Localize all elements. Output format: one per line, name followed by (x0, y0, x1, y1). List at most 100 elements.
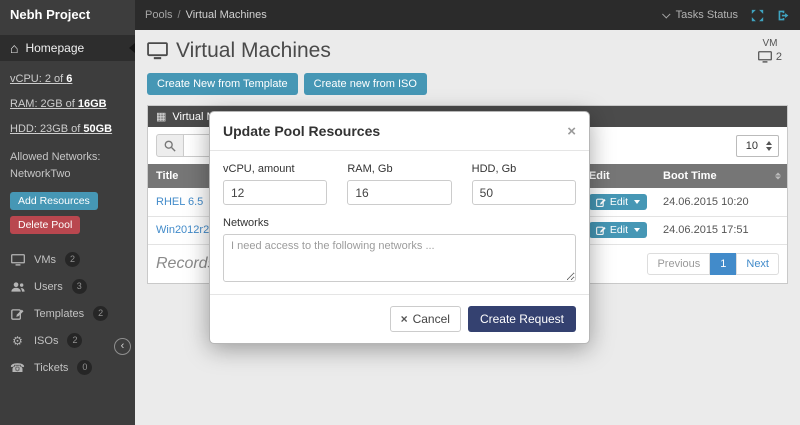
cancel-button[interactable]: × Cancel (390, 306, 461, 332)
tasks-status-dropdown[interactable]: Tasks Status (664, 9, 738, 21)
modal-body: vCPU, amount RAM, Gb HDD, Gb Networks (210, 151, 589, 294)
vcpu-input[interactable] (223, 180, 327, 205)
create-request-button[interactable]: Create Request (468, 306, 576, 332)
vm-title-link[interactable]: Win2012r2 (156, 224, 209, 236)
sidebar: ⌂ Homepage vCPU: 2 of 6 RAM: 2GB of 16GB… (0, 30, 135, 425)
pencil-square-icon (596, 225, 606, 235)
ram-label: RAM, Gb (347, 163, 451, 175)
chevron-down-icon (662, 10, 670, 18)
hdd-label: HDD, Gb (472, 163, 576, 175)
boot-time-value: 24.06.2015 10:20 (655, 188, 787, 216)
vms-count-badge: 2 (65, 252, 80, 267)
caret-down-icon (634, 228, 640, 232)
vcpu-usage-text: vCPU: 2 of (10, 73, 66, 85)
modal-footer: × Cancel Create Request (210, 294, 589, 343)
sidebar-item-users[interactable]: Users 3 (0, 273, 135, 300)
table-icon: ▦ (156, 110, 166, 123)
monitor-small-icon (758, 51, 772, 63)
ram-input[interactable] (347, 180, 451, 205)
edit-button-label: Edit (610, 196, 628, 208)
pool-usage-stats: vCPU: 2 of 6 RAM: 2GB of 16GB HDD: 23GB … (0, 61, 135, 135)
menu-item-label: ISOs (34, 335, 58, 347)
cancel-button-label: Cancel (413, 312, 450, 326)
add-resources-button[interactable]: Add Resources (10, 192, 98, 210)
sidebar-item-homepage[interactable]: ⌂ Homepage (0, 35, 135, 61)
sidebar-item-vms[interactable]: VMs 2 (0, 246, 135, 273)
sidebar-actions: Add Resources Delete Pool (0, 183, 135, 234)
edit-button[interactable]: Edit (589, 222, 647, 238)
close-icon[interactable]: × (567, 124, 576, 139)
column-header-edit[interactable]: Edit (581, 164, 655, 188)
monitor-icon (147, 42, 168, 60)
users-count-badge: 3 (72, 279, 87, 294)
app-root: Nebh Project Pools / Virtual Machines Ta… (0, 0, 800, 425)
pagination-page-1[interactable]: 1 (710, 253, 736, 275)
edit-button[interactable]: Edit (589, 194, 647, 210)
topbar-main: Pools / Virtual Machines Tasks Status (135, 0, 800, 30)
hdd-total: 50GB (83, 123, 112, 135)
fullscreen-icon[interactable] (751, 9, 764, 22)
create-from-iso-button[interactable]: Create new from ISO (304, 73, 427, 95)
sort-icon (775, 173, 781, 180)
pencil-square-icon (10, 307, 25, 320)
breadcrumb-current: Virtual Machines (186, 9, 267, 21)
vm-counter: VM 2 (758, 38, 788, 63)
page-title: Virtual Machines (176, 39, 331, 63)
sidebar-item-tickets[interactable]: ☎ Tickets 0 (0, 354, 135, 381)
phone-icon: ☎ (10, 362, 25, 374)
sidebar-collapse-button[interactable]: ‹ (114, 338, 131, 355)
boot-time-value: 24.06.2015 17:51 (655, 216, 787, 244)
tickets-count-badge: 0 (77, 360, 92, 375)
hdd-input[interactable] (472, 180, 576, 205)
edit-button-label: Edit (610, 224, 628, 236)
pagination-previous[interactable]: Previous (647, 253, 710, 275)
topbar-right: Tasks Status (664, 9, 790, 22)
spinner-arrows-icon (766, 141, 772, 151)
vm-title-link[interactable]: RHEL 6.5 (156, 196, 203, 208)
menu-item-label: Tickets (34, 362, 68, 374)
brand: Nebh Project (0, 0, 135, 30)
vcpu-usage-link[interactable]: vCPU: 2 of 6 (10, 73, 125, 85)
sidebar-menu: VMs 2 Users 3 Templates 2 ⚙ ISOs 2 (0, 246, 135, 381)
breadcrumb-pools-link[interactable]: Pools (145, 9, 173, 21)
vcpu-total: 6 (66, 73, 72, 85)
allowed-networks-value: NetworkTwo (10, 166, 125, 183)
tasks-status-label: Tasks Status (676, 9, 738, 21)
home-icon: ⌂ (10, 41, 18, 55)
networks-textarea[interactable] (223, 234, 576, 282)
column-header-boot-time[interactable]: Boot Time (655, 164, 787, 188)
modal-header: Update Pool Resources × (210, 112, 589, 151)
menu-item-label: VMs (34, 254, 56, 266)
networks-label: Networks (223, 217, 576, 229)
hdd-usage-text: HDD: 23GB of (10, 123, 83, 135)
update-pool-resources-modal: Update Pool Resources × vCPU, amount RAM… (209, 111, 590, 344)
menu-item-label: Users (34, 281, 63, 293)
x-icon: × (401, 312, 408, 326)
search-icon (156, 134, 184, 157)
pagination: Previous 1 Next (647, 253, 779, 275)
sidebar-item-templates[interactable]: Templates 2 (0, 300, 135, 327)
ram-usage-link[interactable]: RAM: 2GB of 16GB (10, 98, 125, 110)
sign-out-icon[interactable] (777, 9, 790, 22)
gears-icon: ⚙ (10, 335, 25, 347)
vm-counter-label: VM (758, 38, 782, 49)
breadcrumb-separator: / (178, 9, 181, 21)
page-header: Virtual Machines VM 2 (147, 38, 788, 63)
vcpu-label: vCPU, amount (223, 163, 327, 175)
hdd-usage-link[interactable]: HDD: 23GB of 50GB (10, 123, 125, 135)
breadcrumb: Pools / Virtual Machines (145, 9, 267, 21)
users-icon (10, 281, 25, 293)
ram-total: 16GB (78, 98, 107, 110)
delete-pool-button[interactable]: Delete Pool (10, 216, 80, 234)
page-size-select[interactable]: 10 (736, 135, 779, 157)
isos-count-badge: 2 (67, 333, 82, 348)
pencil-square-icon (596, 197, 606, 207)
page-size-value: 10 (746, 140, 758, 152)
modal-title: Update Pool Resources (223, 123, 380, 139)
templates-count-badge: 2 (93, 306, 108, 321)
desktop-icon (10, 254, 25, 266)
page-actions: Create New from Template Create new from… (147, 73, 788, 95)
allowed-networks: Allowed Networks: NetworkTwo (0, 148, 135, 183)
pagination-next[interactable]: Next (736, 253, 779, 275)
create-from-template-button[interactable]: Create New from Template (147, 73, 298, 95)
